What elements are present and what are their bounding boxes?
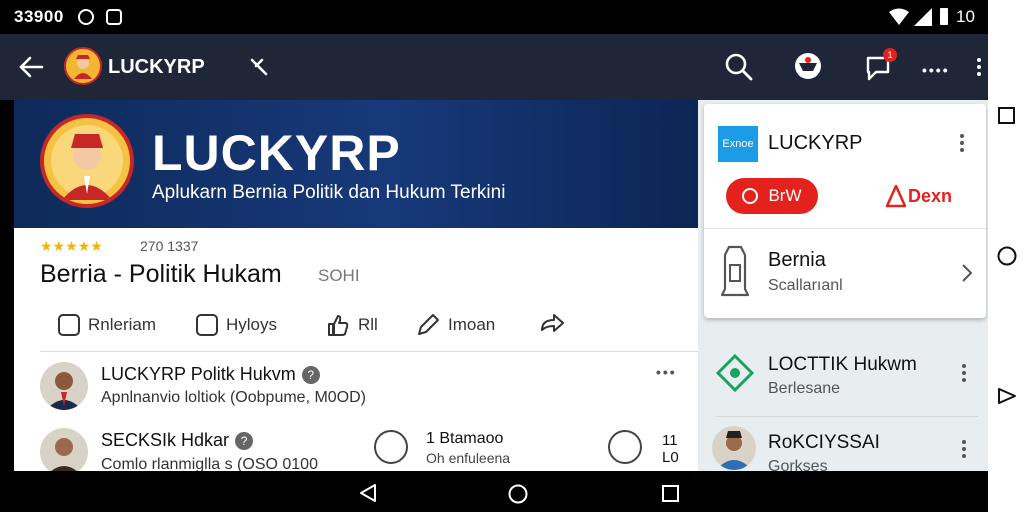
list-item[interactable]: SECKSIk Hdkar? Comlo rlanmiglla s (OSO 0… <box>40 428 698 471</box>
rating-count: 270 1337 <box>140 238 199 254</box>
card-list-item[interactable]: Bernia Scallarıanl <box>704 229 986 318</box>
list-item[interactable]: LUCKYRP Politk Hukvm? Apnlnanvio loltiok… <box>40 362 698 412</box>
divider <box>716 416 978 417</box>
side-recents-icon[interactable] <box>997 106 1017 126</box>
app-logo <box>40 114 134 208</box>
secondary-link[interactable]: Dexn <box>908 186 952 207</box>
card-item-subtitle: Scallarıanl <box>768 277 843 294</box>
lantern-icon <box>720 245 750 297</box>
app-bar: LUCKYRP 1 •••• <box>0 34 988 100</box>
record-icon <box>742 188 759 204</box>
app-bar-title: LUCKYRP <box>108 56 205 78</box>
overflow-menu-icon[interactable] <box>977 58 981 76</box>
app-banner: LUCKYRP Aplukarn Bernia Politik dan Huku… <box>14 100 698 228</box>
list-item-subtitle: Apnlnanvio loltiok (Oobpume, M0OD) <box>101 389 367 406</box>
battery-level: 10 <box>956 7 975 26</box>
panel-list-item[interactable]: LOCTTIK Hukwm Berlesane <box>698 332 988 416</box>
app-card: Exnoe LUCKYRP BrW Dexn Bernia Scallarıan… <box>704 104 986 318</box>
system-nav-bar <box>0 471 988 512</box>
panel-item-title: LOCTTIK Hukwm <box>768 354 917 375</box>
list-item-title-text: LUCKYRP Politk Hukvm <box>101 364 296 384</box>
panel-list-item[interactable]: RoKCIYSSAI Gorkses <box>698 418 988 471</box>
wifi-icon <box>889 8 909 25</box>
avatar <box>40 428 88 471</box>
app-notification-icon <box>106 9 122 25</box>
app-tag: SOHI <box>318 266 360 285</box>
card-title: LUCKYRP <box>768 132 863 154</box>
panel-item-title: RoKCIYSSAI <box>768 432 880 453</box>
banner-subtitle: Aplukarn Bernia Politik dan Hukum Terkin… <box>152 182 506 203</box>
status-bar: 33900 10 <box>0 0 988 34</box>
card-menu-icon[interactable] <box>960 134 964 152</box>
diamond-icon <box>716 354 754 392</box>
main-content: LUCKYRP Aplukarn Bernia Politik dan Huku… <box>14 100 698 471</box>
avatar <box>40 362 88 410</box>
notification-badge: 1 <box>883 48 897 62</box>
check-icon[interactable] <box>608 430 642 464</box>
banner-title: LUCKYRP <box>152 125 401 181</box>
comment-icon <box>196 314 218 336</box>
app-logo-small <box>64 47 102 85</box>
side-home-icon[interactable] <box>996 245 1018 267</box>
action-like-button[interactable]: Rll <box>326 310 378 340</box>
action-label: Rll <box>358 315 378 334</box>
panel-item-subtitle: Berlesane <box>768 380 841 397</box>
nav-recents-icon[interactable] <box>661 484 681 504</box>
panel-item-menu-icon[interactable] <box>962 440 966 458</box>
verified-icon: ? <box>301 366 320 385</box>
thumbs-up-icon <box>328 315 349 336</box>
panel-item-menu-icon[interactable] <box>962 364 966 382</box>
profile-icon[interactable] <box>793 51 823 81</box>
action-label: Rnleriam <box>88 315 157 334</box>
nav-home-icon[interactable] <box>507 483 529 505</box>
chevron-right-icon <box>962 264 973 282</box>
side-back-icon[interactable] <box>997 386 1017 406</box>
primary-button[interactable]: BrW <box>726 178 818 214</box>
more-options-icon[interactable]: ••• <box>656 364 677 380</box>
extra-subtitle: Oh enfuleena <box>426 450 511 466</box>
list-item-subtitle: Comlo rlanmiglla s (OSO 0100 <box>101 456 318 471</box>
action-label: Hyloys <box>226 315 278 334</box>
more-dots-icon[interactable]: •••• <box>922 62 950 78</box>
pencil-icon <box>418 314 439 335</box>
primary-button-label: BrW <box>768 186 802 205</box>
side-nav-bar <box>988 0 1024 512</box>
search-icon[interactable] <box>724 52 754 82</box>
extra-title: 1 Btamaoo <box>426 430 504 447</box>
share-icon[interactable] <box>538 312 566 338</box>
nav-back-icon[interactable] <box>358 483 378 503</box>
battery-icon <box>940 8 948 25</box>
list-item-title-text: SECKSIk Hdkar <box>101 430 230 450</box>
action-label: Imoan <box>448 315 496 334</box>
divider <box>40 351 698 352</box>
notification-icon <box>78 9 94 25</box>
clock-icon[interactable] <box>374 430 408 464</box>
app-name: Berria - Politik Hukam <box>40 260 282 288</box>
action-edit-button[interactable]: Imoan <box>416 310 495 340</box>
list-item-title: SECKSIk Hdkar? <box>101 430 254 451</box>
list-item-title: LUCKYRP Politk Hukvm? <box>101 364 320 385</box>
action-comment-button[interactable]: Hyloys <box>196 310 277 340</box>
back-arrow-icon[interactable] <box>18 54 44 80</box>
pin-icon[interactable] <box>248 56 270 78</box>
action-review-button[interactable]: Rnleriam <box>58 310 156 340</box>
avatar <box>712 426 756 470</box>
card-item-title: Bernia <box>768 249 826 271</box>
rating-stars: ★★★★★ <box>40 238 103 254</box>
extra-value: 11 L0 <box>662 432 679 466</box>
card-badge: Exnoe <box>718 126 758 162</box>
right-panel: Exnoe LUCKYRP BrW Dexn Bernia Scallarıan… <box>698 100 988 471</box>
panel-item-subtitle: Gorkses <box>768 458 828 471</box>
status-time: 33900 <box>14 7 64 26</box>
camera-icon <box>58 314 80 336</box>
alert-icon <box>886 184 906 208</box>
verified-icon: ? <box>235 432 254 451</box>
signal-icon <box>914 8 932 26</box>
